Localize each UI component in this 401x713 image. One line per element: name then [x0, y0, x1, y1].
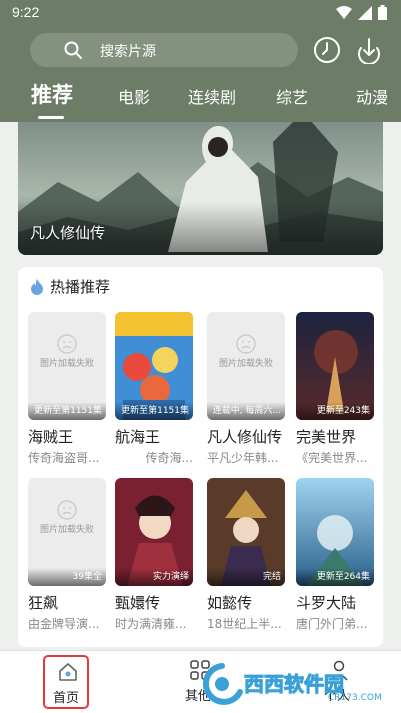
load-failed-text: 图片加载失败 — [39, 359, 94, 369]
episode-badge: 实力演绎 — [115, 568, 193, 586]
broken-image-icon — [57, 500, 77, 520]
nav-home[interactable]: 首页 — [43, 655, 89, 709]
video-title: 狂飙 — [28, 594, 59, 612]
tab-variety[interactable]: 综艺 — [276, 84, 308, 108]
tab-recommend[interactable]: 推荐 — [31, 79, 73, 109]
search-bar[interactable]: 搜索片源 — [30, 33, 298, 67]
video-desc: 18世纪上半... — [207, 617, 282, 631]
video-title: 斗罗大陆 — [296, 594, 357, 612]
video-desc: 由金牌导演... — [28, 617, 100, 631]
category-tabs: 推荐 电影 连续剧 综艺 动漫 — [0, 74, 401, 122]
video-card[interactable]: 完结 如懿传 18世纪上半... — [207, 478, 285, 632]
flame-icon — [31, 278, 43, 295]
load-failed-text: 图片加载失败 — [218, 359, 273, 369]
banner-title: 凡人修仙传 — [30, 224, 106, 242]
video-title: 凡人修仙传 — [207, 428, 283, 446]
video-card[interactable]: 更新至第1151集 航海王 传奇海... — [115, 312, 193, 466]
tab-indicator — [38, 116, 64, 119]
poster-placeholder: 图片加载失败 更新至第1151集 — [28, 312, 106, 420]
section-header: 热播推荐 — [30, 276, 110, 297]
search-placeholder: 搜索片源 — [100, 44, 156, 60]
poster-image: 实力演绎 — [115, 478, 193, 586]
system-icons — [336, 5, 387, 20]
video-desc: 传奇海盗哥... — [28, 451, 100, 465]
download-icon[interactable] — [355, 36, 383, 64]
episode-badge: 更新至第1151集 — [115, 402, 193, 420]
video-title: 航海王 — [115, 428, 161, 446]
history-clock-icon[interactable] — [313, 36, 341, 64]
video-card[interactable]: 更新至264集 斗罗大陆 唐门外门弟... — [296, 478, 374, 632]
status-bar: 9:22 — [0, 0, 401, 26]
video-card[interactable]: 更新至243集 完美世界 《完美世界... — [296, 312, 374, 466]
tab-series[interactable]: 连续剧 — [188, 84, 236, 108]
video-title: 海贼王 — [28, 428, 74, 446]
video-title: 完美世界 — [296, 428, 357, 446]
video-card[interactable]: 实力演绎 甄嬛传 时为满清雍... — [115, 478, 193, 632]
episode-badge: 更新至264集 — [296, 568, 374, 586]
video-desc: 传奇海... — [145, 451, 193, 465]
section-title: 热播推荐 — [50, 278, 111, 296]
battery-icon — [378, 5, 387, 20]
video-desc: 唐门外门弟... — [296, 617, 368, 631]
poster-placeholder: 图片加载失败 连载中, 每周六... — [207, 312, 285, 420]
video-desc: 平凡少年韩... — [207, 451, 279, 465]
tab-movie[interactable]: 电影 — [118, 84, 150, 108]
video-card[interactable]: 图片加载失败 39集全 狂飙 由金牌导演... — [28, 478, 106, 632]
tab-anime[interactable]: 动漫 — [356, 84, 388, 108]
site-watermark: 西西软件园 CR173.COM — [200, 660, 385, 706]
poster-image: 完结 — [207, 478, 285, 586]
nav-home-label: 首页 — [53, 691, 80, 706]
episode-badge: 完结 — [207, 568, 285, 586]
episode-badge: 39集全 — [28, 568, 106, 586]
banner-carousel[interactable]: 凡人修仙传 — [18, 122, 383, 255]
status-time: 9:22 — [12, 4, 40, 20]
home-icon — [59, 663, 77, 681]
poster-image: 更新至第1151集 — [115, 312, 193, 420]
load-failed-text: 图片加载失败 — [39, 525, 94, 535]
poster-image: 更新至243集 — [296, 312, 374, 420]
poster-placeholder: 图片加载失败 39集全 — [28, 478, 106, 586]
video-title: 甄嬛传 — [115, 594, 161, 612]
watermark-url: CR173.COM — [328, 693, 382, 703]
video-desc: 时为满清雍... — [115, 617, 187, 631]
broken-image-icon — [236, 334, 256, 354]
poster-image: 更新至264集 — [296, 478, 374, 586]
video-card[interactable]: 图片加载失败 连载中, 每周六... 凡人修仙传 平凡少年韩... — [207, 312, 285, 466]
wifi-icon — [336, 5, 352, 19]
video-desc: 《完美世界... — [296, 451, 368, 465]
broken-image-icon — [57, 334, 77, 354]
top-header: 9:22 搜索片源 推荐 电影 连续剧 综艺 动漫 — [0, 0, 401, 122]
search-icon — [64, 41, 82, 59]
video-card[interactable]: 图片加载失败 更新至第1151集 海贼王 传奇海盗哥... — [28, 312, 106, 466]
episode-badge: 连载中, 每周六... — [207, 402, 285, 420]
episode-badge: 更新至243集 — [296, 402, 374, 420]
video-title: 如懿传 — [207, 594, 253, 612]
signal-icon — [358, 5, 372, 20]
hot-recommend-section: 热播推荐 图片加载失败 更新至第1151集 海贼王 传奇海盗哥... 更新至第1… — [18, 267, 383, 647]
episode-badge: 更新至第1151集 — [28, 402, 106, 420]
